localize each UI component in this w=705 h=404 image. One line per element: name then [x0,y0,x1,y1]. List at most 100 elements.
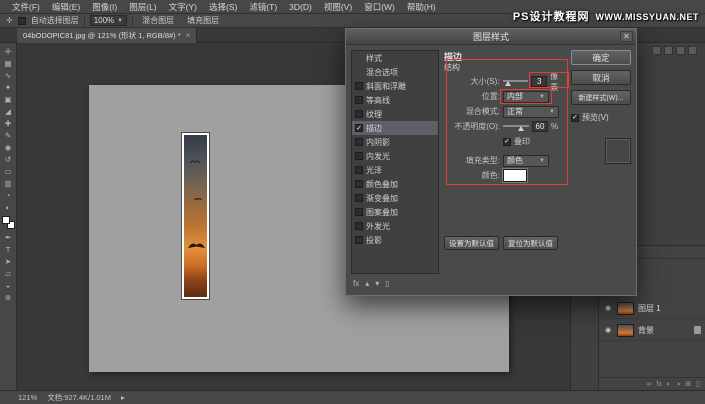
style-item-drop-shadow[interactable]: 投影 [352,233,438,247]
menu-file[interactable]: 文件(F) [6,0,46,14]
preview-checkbox[interactable]: ✓ [571,113,579,122]
checkbox[interactable] [355,222,363,230]
status-arrow-icon[interactable]: ▸ [121,393,125,402]
menu-edit[interactable]: 编辑(E) [46,0,86,14]
layer-thumbnail[interactable] [617,301,634,315]
size-input[interactable]: 3 [531,76,548,87]
history-brush-tool-icon[interactable]: ↺ [2,154,15,165]
hand-tool-icon[interactable]: ◒ [2,280,15,291]
move-up-icon[interactable]: ▴ [365,279,369,288]
overprint-checkbox[interactable]: ✓ [503,137,511,146]
ok-button[interactable]: 确定 [571,50,631,65]
position-dropdown[interactable]: 内部 ▼ [503,90,549,103]
delete-effect-icon[interactable]: ▯ [385,279,389,288]
zoom-tool-icon[interactable]: ⊕ [2,292,15,303]
sunset-image-strip[interactable] [181,132,210,300]
close-icon[interactable]: ✕ [620,31,633,42]
style-item-outer-glow[interactable]: 外发光 [352,219,438,233]
size-slider[interactable] [502,77,529,86]
new-style-button[interactable]: 新建样式(W)... [571,90,631,105]
checkbox[interactable] [355,194,363,202]
crop-tool-icon[interactable]: ▣ [2,94,15,105]
zoom-level-field[interactable]: 121% [18,393,37,402]
clone-stamp-tool-icon[interactable]: ◉ [2,142,15,153]
style-item-inner-shadow[interactable]: 内阴影 [352,135,438,149]
reset-default-button[interactable]: 复位为默认值 [503,236,558,250]
adjustment-icon[interactable] [676,46,685,55]
layer-name[interactable]: 背景 [638,325,654,336]
link-layers-icon[interactable]: ∞ [646,381,651,388]
checkbox[interactable] [355,166,363,174]
fill-type-dropdown[interactable]: 颜色 ▼ [503,154,549,167]
style-item-pattern-overlay[interactable]: 图案叠加 [352,205,438,219]
stroke-color-swatch[interactable] [503,169,527,182]
visibility-eye-icon[interactable]: ◉ [603,304,613,312]
menu-type[interactable]: 文字(Y) [163,0,203,14]
opacity-input[interactable]: 60 [532,121,548,132]
checkbox[interactable] [355,208,363,216]
set-default-button[interactable]: 设置为默认值 [444,236,499,250]
dodge-tool-icon[interactable]: ◐ [2,202,15,213]
checkbox[interactable] [355,236,363,244]
zoom-dropdown[interactable]: 100% ▼ [89,15,128,26]
menu-view[interactable]: 视图(V) [318,0,358,14]
layer-style-icon[interactable]: fx [656,381,661,388]
options-button-1[interactable]: 混合图层 [138,15,178,26]
menu-layer[interactable]: 图层(L) [123,0,162,14]
menu-help[interactable]: 帮助(H) [401,0,442,14]
style-item-satin[interactable]: 光泽 [352,163,438,177]
brush-tool-icon[interactable]: ✎ [2,130,15,141]
layer-mask-icon[interactable]: ◐ [667,381,671,388]
layer-thumbnail[interactable] [617,323,634,337]
checkbox[interactable]: ✓ [355,124,363,132]
cancel-button[interactable]: 取消 [571,70,631,85]
checkbox[interactable] [355,180,363,188]
dialog-title-bar[interactable]: 图层样式 ✕ [346,29,636,45]
style-item-stroke[interactable]: ✓ 描边 [352,121,438,135]
eraser-tool-icon[interactable]: ▭ [2,166,15,177]
healing-tool-icon[interactable]: ✚ [2,118,15,129]
lasso-tool-icon[interactable]: ∿ [2,70,15,81]
close-icon[interactable]: × [186,31,191,40]
path-selection-tool-icon[interactable]: ➤ [2,256,15,267]
delete-layer-icon[interactable]: ▯ [696,380,700,388]
new-layer-icon[interactable]: ⊞ [685,380,691,388]
checkbox[interactable] [355,82,363,90]
checkbox[interactable] [355,152,363,160]
style-item-bevel-emboss[interactable]: 斜面和浮雕 [352,79,438,93]
marquee-tool-icon[interactable]: ▦ [2,58,15,69]
eyedropper-tool-icon[interactable]: ◢ [2,106,15,117]
color-swatches[interactable] [1,216,15,229]
blur-tool-icon[interactable]: ◔ [2,190,15,201]
type-tool-icon[interactable]: T [2,244,15,255]
adjustment-icon[interactable] [652,46,661,55]
style-item-inner-glow[interactable]: 内发光 [352,149,438,163]
checkbox[interactable] [355,96,363,104]
foreground-color-swatch[interactable] [1,216,10,224]
menu-select[interactable]: 选择(S) [203,0,243,14]
lock-icon[interactable] [694,326,701,334]
adjustment-icon[interactable] [688,46,697,55]
adjustment-layer-icon[interactable]: ◑ [676,381,680,388]
auto-select-checkbox[interactable] [17,16,26,25]
gradient-tool-icon[interactable]: ▥ [2,178,15,189]
checkbox[interactable] [355,110,363,118]
quick-selection-tool-icon[interactable]: ✦ [2,82,15,93]
menu-image[interactable]: 图像(I) [86,0,123,14]
blend-mode-dropdown[interactable]: 正常 ▼ [503,105,559,118]
menu-window[interactable]: 窗口(W) [358,0,401,14]
style-item-styles[interactable]: 样式 [352,51,438,65]
style-item-blending-options[interactable]: 混合选项 [352,65,438,79]
opacity-slider[interactable] [503,122,529,131]
menu-3d[interactable]: 3D(D) [283,0,318,14]
checkbox[interactable] [355,138,363,146]
layer-name[interactable]: 图层 1 [638,303,661,314]
menu-filter[interactable]: 滤镜(T) [243,0,283,14]
options-button-2[interactable]: 填充图层 [183,15,223,26]
style-item-color-overlay[interactable]: 颜色叠加 [352,177,438,191]
document-tab[interactable]: 04bODOPIC81.jpg @ 121% (形状 1, RGB/8#) * … [17,28,198,43]
style-item-contour[interactable]: 等高线 [352,93,438,107]
pen-tool-icon[interactable]: ✒ [2,232,15,243]
layer-row[interactable]: ◉ 背景 [599,320,705,341]
adjustment-icon[interactable] [664,46,673,55]
